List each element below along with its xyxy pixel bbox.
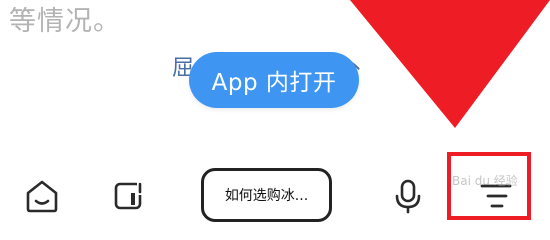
microphone-icon[interactable] bbox=[388, 176, 428, 216]
menu-icon[interactable] bbox=[474, 176, 518, 216]
window-icon-glyph bbox=[114, 181, 144, 210]
home-icon-glyph bbox=[26, 180, 58, 213]
menu-icon-glyph bbox=[480, 184, 512, 208]
home-icon[interactable] bbox=[22, 176, 62, 216]
window-icon[interactable] bbox=[108, 176, 148, 216]
search-query-field[interactable]: 如何选购冰... bbox=[201, 168, 332, 222]
microphone-icon-glyph bbox=[395, 179, 421, 214]
page: 等情况。 屈 丶 App 内打开 如何选购冰... bbox=[0, 0, 550, 240]
open-in-app-button[interactable]: App 内打开 bbox=[189, 52, 359, 108]
bottom-toolbar: 如何选购冰... bbox=[0, 160, 550, 240]
article-text: 等情况。 bbox=[9, 6, 121, 37]
